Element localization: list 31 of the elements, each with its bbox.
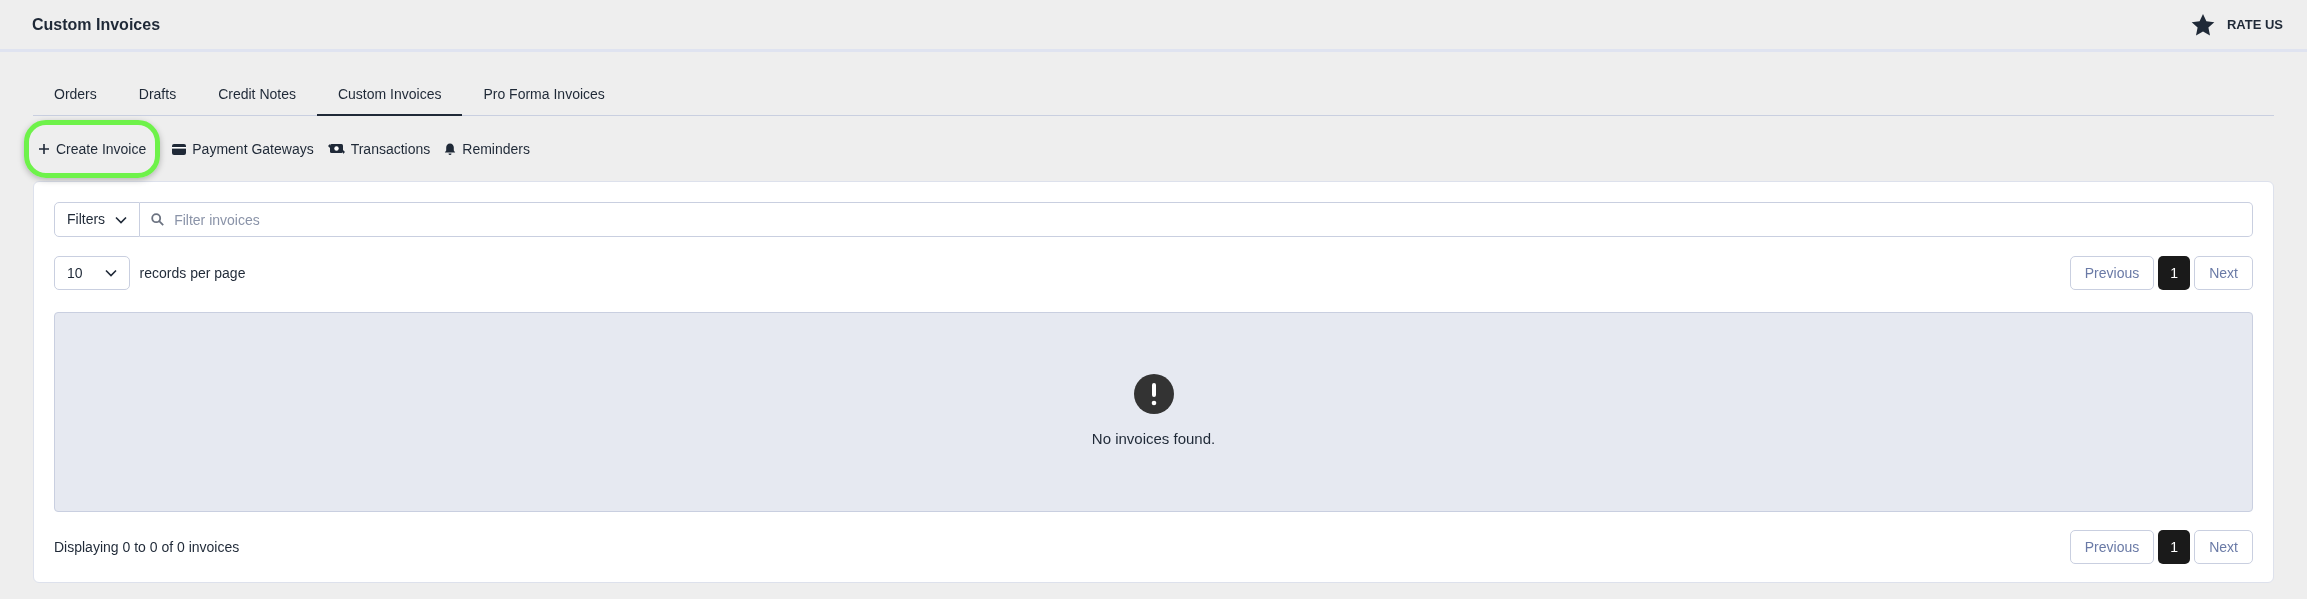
page-button[interactable]: 1 (2158, 256, 2191, 290)
page-button[interactable]: 1 (2158, 530, 2191, 564)
credit-card-icon (172, 143, 187, 155)
empty-message: No invoices found. (1091, 428, 1216, 449)
chevron-down-icon (104, 269, 117, 277)
money-exchange-icon (327, 143, 345, 155)
next-button[interactable]: Next (2194, 256, 2253, 290)
bell-icon (444, 142, 457, 156)
tab[interactable]: Custom Invoices (316, 74, 463, 116)
exclamation-icon (1133, 373, 1174, 414)
tab[interactable]: Orders (33, 74, 118, 116)
rate-us-button[interactable]: RATE US (2190, 13, 2283, 36)
previous-button[interactable]: Previous (2069, 256, 2155, 290)
chevron-down-icon (115, 215, 128, 224)
toolbar-button[interactable]: Reminders (442, 120, 532, 178)
next-button[interactable]: Next (2194, 530, 2253, 564)
page-size-select[interactable]: 10 (54, 256, 130, 290)
records-summary: Displaying 0 to 0 of 0 invoices (54, 537, 240, 557)
search-field[interactable]: Filter invoices (140, 202, 2253, 237)
toolbar-button[interactable]: Transactions (325, 120, 433, 178)
page-title: Custom Invoices (32, 14, 161, 35)
star-icon (2190, 13, 2215, 36)
tab[interactable]: Credit Notes (197, 74, 317, 116)
tab[interactable]: Drafts (117, 74, 198, 116)
toolbar-button[interactable]: Payment Gateways (170, 120, 316, 178)
tab[interactable]: Pro Forma Invoices (462, 74, 626, 116)
search-icon (151, 213, 165, 226)
filters-dropdown[interactable]: Filters (54, 202, 141, 237)
page-size-label: records per page (139, 263, 246, 283)
plus-icon (38, 143, 50, 155)
previous-button[interactable]: Previous (2069, 530, 2155, 564)
